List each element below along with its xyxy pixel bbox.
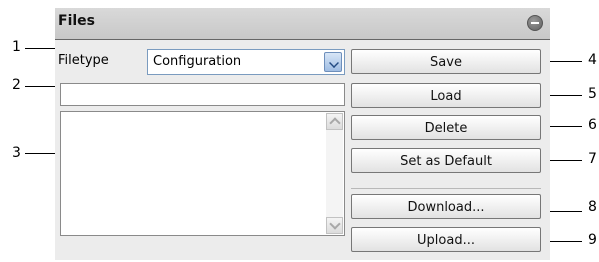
set-default-button[interactable]: Set as Default <box>351 148 541 173</box>
callout-4: 4 <box>588 52 597 68</box>
panel-header: Files <box>55 8 550 40</box>
chevron-down-icon[interactable] <box>324 52 342 72</box>
filetype-selected-value: Configuration <box>153 54 242 69</box>
panel-title: Files <box>58 13 95 29</box>
delete-button[interactable]: Delete <box>351 115 541 140</box>
filename-input[interactable] <box>60 83 345 106</box>
files-panel: Files Filetype Configuration Save Load D… <box>55 8 550 260</box>
callout-8: 8 <box>588 199 597 215</box>
button-separator <box>351 188 541 189</box>
filetype-label: Filetype <box>58 53 109 68</box>
load-button[interactable]: Load <box>351 83 541 108</box>
collapse-icon[interactable] <box>527 15 543 31</box>
filetype-select[interactable]: Configuration <box>147 49 345 75</box>
scroll-down-icon[interactable] <box>326 217 343 234</box>
callout-3: 3 <box>12 145 21 161</box>
callout-5: 5 <box>588 86 597 102</box>
file-list-scrollbar[interactable] <box>326 113 343 234</box>
callout-9: 9 <box>588 232 597 248</box>
file-list[interactable] <box>60 111 345 236</box>
callout-6: 6 <box>588 117 597 133</box>
upload-button[interactable]: Upload... <box>351 227 541 252</box>
download-button[interactable]: Download... <box>351 194 541 219</box>
callout-7: 7 <box>588 151 597 167</box>
save-button[interactable]: Save <box>351 49 541 74</box>
scroll-up-icon[interactable] <box>326 113 343 130</box>
callout-1: 1 <box>12 39 21 55</box>
callout-2: 2 <box>12 77 21 93</box>
